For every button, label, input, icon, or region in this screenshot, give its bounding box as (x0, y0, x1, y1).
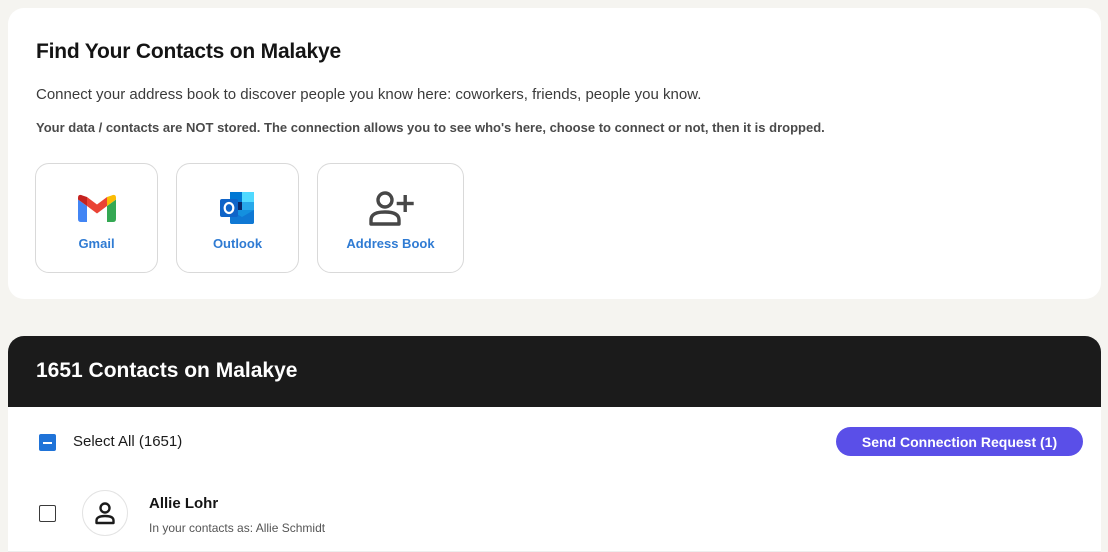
contact-row: Allie Lohr In your contacts as: Allie Sc… (8, 477, 1101, 552)
provider-label: Gmail (78, 236, 115, 251)
find-contacts-card: Find Your Contacts on Malakye Connect yo… (8, 8, 1101, 299)
outlook-provider-button[interactable]: Outlook (176, 163, 299, 273)
find-contacts-title: Find Your Contacts on Malakye (36, 40, 341, 63)
outlook-icon (219, 190, 257, 226)
provider-label: Address Book (346, 236, 435, 251)
privacy-note: Your data / contacts are NOT stored. The… (36, 120, 825, 135)
find-contacts-description: Connect your address book to discover pe… (36, 86, 702, 103)
add-person-icon (368, 190, 414, 226)
contacts-list-card: 1651 Contacts on Malakye Select All (165… (8, 336, 1101, 552)
contact-name: Allie Lohr (149, 495, 219, 512)
address-book-provider-button[interactable]: Address Book (317, 163, 464, 273)
select-all-checkbox[interactable] (39, 434, 56, 451)
person-icon (95, 502, 115, 525)
contact-checkbox[interactable] (39, 505, 56, 522)
select-all-label[interactable]: Select All (1651) (73, 433, 182, 450)
gmail-icon (77, 190, 116, 226)
provider-label: Outlook (212, 236, 263, 251)
gmail-provider-button[interactable]: Gmail (35, 163, 158, 273)
contacts-count-title: 1651 Contacts on Malakye (36, 359, 298, 382)
avatar (82, 490, 128, 536)
contacts-header: 1651 Contacts on Malakye (8, 336, 1101, 407)
select-all-row: Select All (1651) Send Connection Reques… (8, 407, 1101, 477)
send-connection-request-button[interactable]: Send Connection Request (1) (836, 427, 1083, 456)
contact-alias: In your contacts as: Allie Schmidt (149, 521, 326, 535)
